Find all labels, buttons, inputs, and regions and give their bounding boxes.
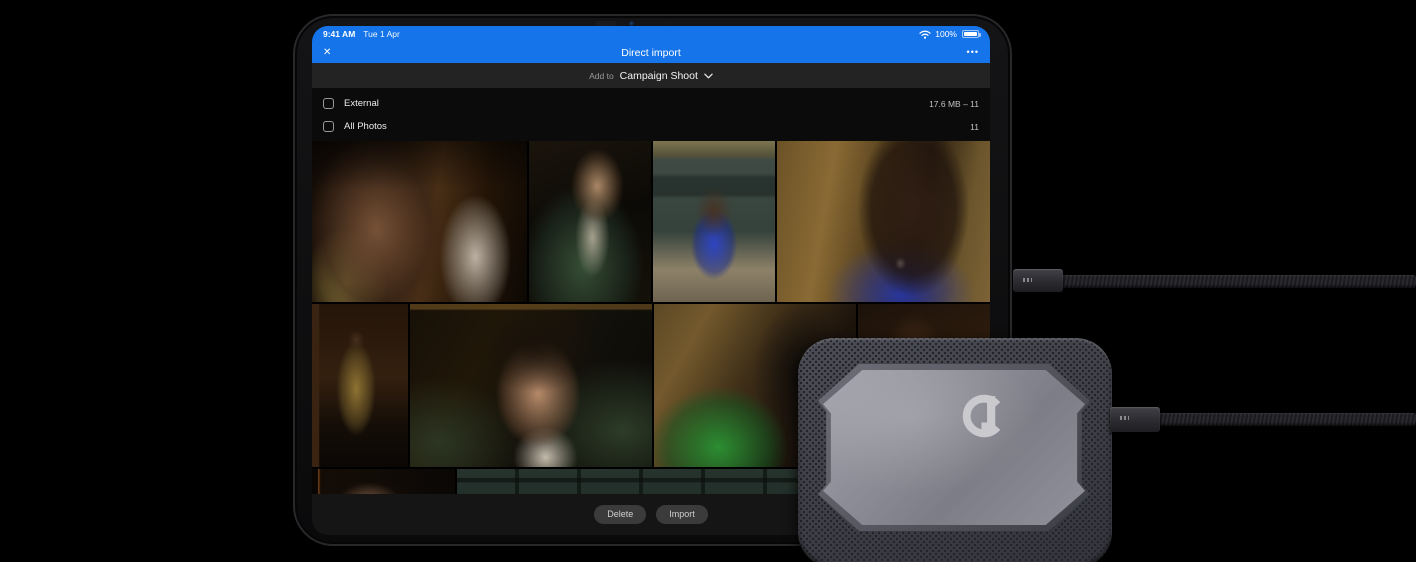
status-bar: 9:41 AM Tue 1 Apr 100% (312, 26, 990, 42)
add-to-bar[interactable]: Add to Campaign Shoot (312, 63, 990, 88)
source-label: All Photos (344, 121, 387, 132)
wifi-icon (919, 30, 931, 39)
usb-connector-drive (1110, 407, 1160, 432)
scene: 9:41 AM Tue 1 Apr 100% ✕ Direct import •… (0, 0, 1416, 562)
source-label: External (344, 98, 379, 109)
app-header: ✕ Direct import ••• (312, 42, 990, 63)
status-date: Tue 1 Apr (363, 29, 400, 39)
photo-thumbnail[interactable] (410, 304, 652, 467)
source-meta: 17.6 MB – 11 (929, 98, 979, 109)
checkbox-external[interactable] (323, 98, 334, 109)
status-time: 9:41 AM (323, 29, 356, 39)
usb-connector-tablet (1013, 269, 1063, 292)
photo-thumbnail[interactable] (312, 141, 527, 302)
usb-cable-to-tablet (1058, 275, 1416, 288)
g-drive-logo (962, 394, 1001, 438)
photo-thumbnail[interactable] (529, 141, 651, 302)
external-ssd-drive (798, 338, 1112, 562)
selected-album[interactable]: Campaign Shoot (620, 70, 698, 82)
connector-brand-mark (1023, 278, 1032, 282)
delete-button[interactable]: Delete (594, 505, 647, 524)
source-list: External 17.6 MB – 11 All Photos 11 (312, 88, 990, 138)
usb-cable-to-drive (1155, 413, 1416, 426)
import-button[interactable]: Import (656, 505, 708, 524)
source-row-external[interactable]: External 17.6 MB – 11 (312, 92, 990, 115)
connector-brand-mark (1120, 416, 1129, 420)
source-row-all-photos[interactable]: All Photos 11 (312, 115, 990, 138)
photo-thumbnail[interactable] (653, 141, 775, 302)
add-to-label: Add to (589, 70, 614, 81)
photo-thumbnail[interactable] (312, 304, 408, 467)
page-title: Direct import (621, 46, 681, 59)
checkbox-all-photos[interactable] (323, 121, 334, 132)
battery-percent: 100% (935, 29, 957, 39)
source-meta: 11 (970, 121, 979, 132)
battery-icon (962, 30, 981, 38)
photo-thumbnail[interactable] (777, 141, 990, 302)
chevron-down-icon (704, 73, 713, 78)
drive-faceplate (823, 370, 1085, 525)
